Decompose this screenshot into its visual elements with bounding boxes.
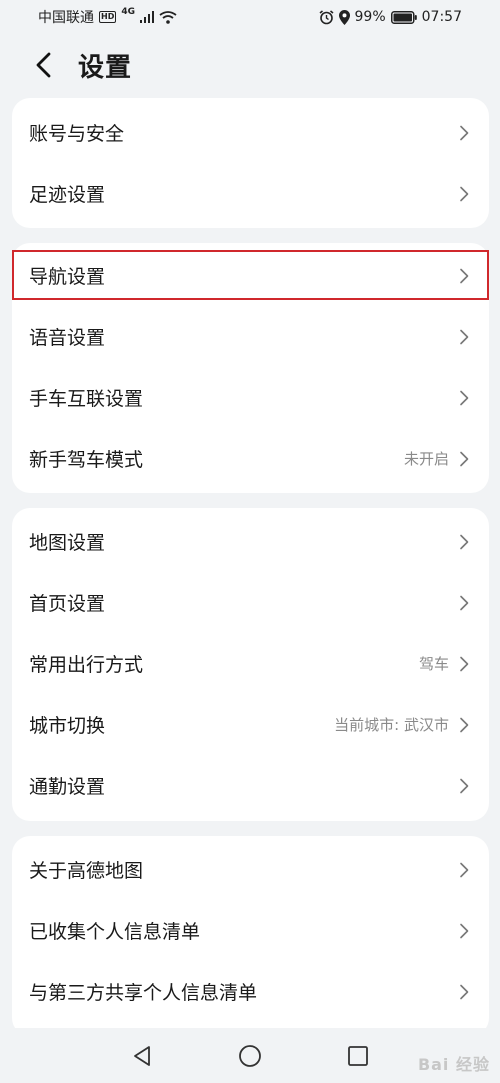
location-icon [338, 9, 350, 25]
row-label: 语音设置 [29, 327, 106, 349]
hd-badge: HD [99, 11, 117, 23]
row-value: 未开启 [403, 450, 449, 468]
row-label: 地图设置 [29, 532, 106, 554]
row-label: 通勤设置 [29, 776, 106, 798]
status-bar: 中国联通 HD 4G 99% 07:57 [0, 0, 500, 34]
chevron-right-icon [459, 268, 469, 284]
battery-percent: 99% [354, 9, 386, 25]
row-map-settings[interactable]: 地图设置 [12, 511, 489, 572]
row-label: 城市切换 [29, 715, 106, 737]
nav-home-button[interactable] [232, 1038, 268, 1074]
row-value: 当前城市: 武汉市 [334, 716, 449, 734]
status-right: 99% 07:57 [319, 9, 462, 25]
chevron-right-icon [459, 186, 469, 202]
signal-icon [140, 11, 154, 23]
chevron-right-icon [459, 984, 469, 1000]
row-home-page-settings[interactable]: 首页设置 [12, 572, 489, 633]
back-button[interactable] [14, 34, 72, 96]
row-label: 新手驾车模式 [29, 449, 144, 471]
chevron-right-icon [459, 329, 469, 345]
row-label: 已收集个人信息清单 [29, 921, 201, 943]
row-label: 账号与安全 [29, 123, 125, 145]
row-value: 驾车 [418, 655, 449, 673]
row-footprint-settings[interactable]: 足迹设置 [12, 163, 489, 224]
chevron-right-icon [459, 595, 469, 611]
chevron-right-icon [459, 778, 469, 794]
row-collected-personal-info[interactable]: 已收集个人信息清单 [12, 900, 489, 961]
row-common-travel-mode[interactable]: 常用出行方式 驾车 [12, 633, 489, 694]
row-city-switch[interactable]: 城市切换 当前城市: 武汉市 [12, 694, 489, 755]
row-voice-settings[interactable]: 语音设置 [12, 306, 489, 367]
chevron-right-icon [459, 534, 469, 550]
chevron-right-icon [459, 862, 469, 878]
row-label: 手车互联设置 [29, 388, 144, 410]
network-type: 4G [121, 7, 135, 17]
chevron-left-icon [36, 52, 51, 78]
chevron-right-icon [459, 717, 469, 733]
circle-home-icon [239, 1044, 261, 1067]
row-about-amap[interactable]: 关于高德地图 [12, 839, 489, 900]
row-label: 与第三方共享个人信息清单 [29, 982, 258, 1004]
settings-group-map: 地图设置 首页设置 常用出行方式 驾车 城市切换 当前城市: 武汉市 通勤设置 [12, 508, 489, 821]
chevron-right-icon [459, 656, 469, 672]
row-commute-settings[interactable]: 通勤设置 [12, 755, 489, 816]
battery-icon [390, 10, 417, 24]
row-label: 关于高德地图 [29, 860, 144, 882]
settings-group-account: 账号与安全 足迹设置 [12, 98, 489, 228]
nav-recent-button[interactable] [340, 1038, 376, 1074]
alarm-icon [319, 9, 334, 25]
clock-time: 07:57 [421, 9, 462, 25]
page-title: 设置 [78, 52, 133, 83]
chevron-right-icon [459, 451, 469, 467]
triangle-back-icon [134, 1045, 150, 1066]
row-car-phone-link-settings[interactable]: 手车互联设置 [12, 367, 489, 428]
row-label: 足迹设置 [29, 184, 106, 206]
row-novice-driving-mode[interactable]: 新手驾车模式 未开启 [12, 428, 489, 489]
nav-back-button[interactable] [124, 1038, 160, 1074]
row-label: 首页设置 [29, 593, 106, 615]
row-account-security[interactable]: 账号与安全 [12, 102, 489, 163]
watermark: Bai 经验 [417, 1055, 490, 1074]
chevron-right-icon [459, 390, 469, 406]
carrier-name: 中国联通 [38, 10, 94, 26]
row-third-party-shared-info[interactable]: 与第三方共享个人信息清单 [12, 961, 489, 1022]
status-left: 中国联通 HD 4G [38, 7, 177, 27]
square-recent-icon [348, 1045, 368, 1066]
chevron-right-icon [459, 923, 469, 939]
row-navigation-settings[interactable]: 导航设置 [12, 245, 489, 306]
settings-group-about: 关于高德地图 已收集个人信息清单 与第三方共享个人信息清单 [12, 836, 489, 1036]
wifi-icon [159, 10, 177, 24]
row-label: 导航设置 [29, 266, 106, 288]
header: 设置 [0, 34, 500, 96]
row-label: 常用出行方式 [29, 654, 144, 676]
settings-group-navigation: 导航设置 语音设置 手车互联设置 新手驾车模式 未开启 [12, 243, 489, 493]
chevron-right-icon [459, 125, 469, 141]
